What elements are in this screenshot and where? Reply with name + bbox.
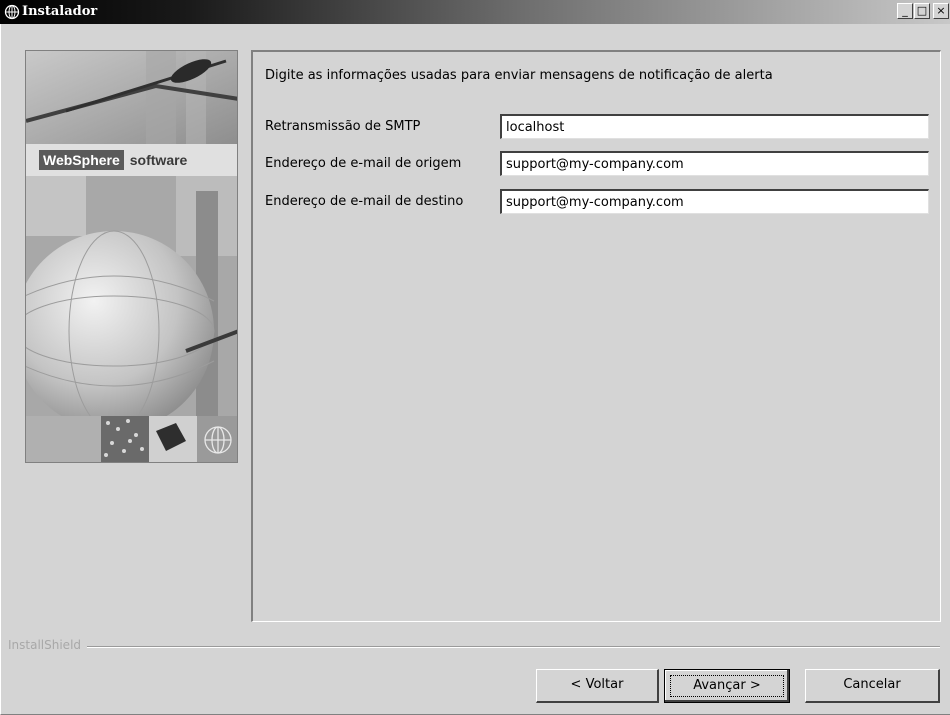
to-email-label: Endereço de e-mail de destino	[265, 194, 464, 209]
title-bar[interactable]: Instalador _ □ ×	[0, 0, 950, 24]
websphere-banner-image: WebSphere software	[25, 50, 238, 463]
smtp-relay-input[interactable]	[500, 114, 929, 139]
installshield-label: InstallShield	[8, 638, 88, 652]
websphere-logo: WebSphere	[39, 150, 124, 170]
to-email-input[interactable]	[500, 189, 929, 214]
software-label: software	[129, 152, 188, 168]
maximize-button[interactable]: □	[914, 3, 930, 19]
close-button[interactable]: ×	[933, 3, 949, 19]
back-button[interactable]: < Voltar	[536, 669, 659, 703]
from-email-label: Endereço de e-mail de origem	[265, 156, 462, 171]
content-panel: Digite as informações usadas para enviar…	[251, 50, 941, 622]
next-button-label: Avançar >	[670, 675, 784, 697]
page-heading: Digite as informações usadas para enviar…	[265, 68, 773, 83]
brand-bar: WebSphere software	[26, 144, 237, 176]
minimize-button[interactable]: _	[897, 3, 913, 19]
globe-icon	[4, 4, 20, 20]
window-title: Instalador	[22, 4, 98, 19]
smtp-relay-label: Retransmissão de SMTP	[265, 119, 421, 134]
from-email-input[interactable]	[500, 151, 929, 176]
next-button[interactable]: Avançar >	[664, 669, 790, 703]
cancel-button[interactable]: Cancelar	[805, 669, 940, 703]
footer-divider	[8, 646, 940, 648]
banner-graphic	[26, 51, 237, 462]
